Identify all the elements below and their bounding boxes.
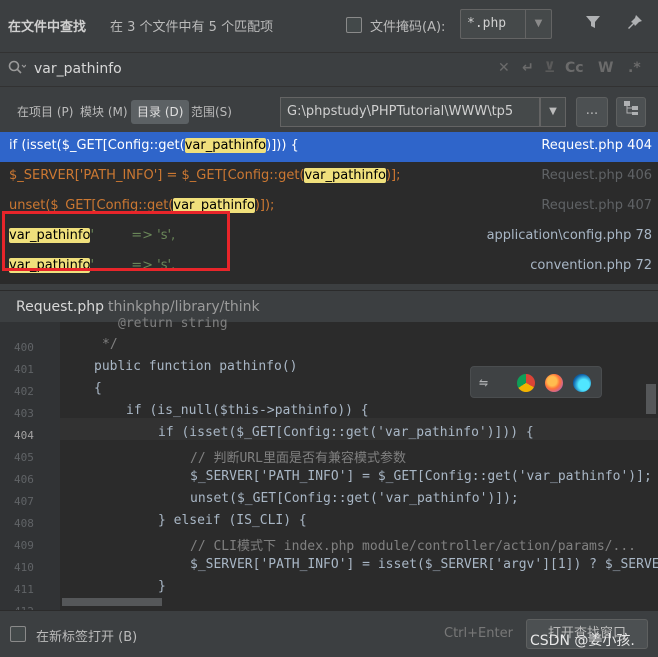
regex-icon[interactable]: .*: [628, 60, 641, 76]
tab-scope[interactable]: 范围(S): [185, 100, 238, 124]
tab-directory[interactable]: 目录 (D): [131, 100, 190, 124]
annotation-highlight-box: [2, 211, 230, 271]
line-number: 401: [14, 363, 34, 376]
search-input[interactable]: [34, 57, 494, 81]
line-number: 406: [14, 473, 34, 486]
filter-icon[interactable]: [582, 13, 604, 35]
file-mask-value: *.php: [467, 16, 507, 31]
code-line: if (isset($_GET[Config::get('var_pathinf…: [158, 425, 534, 440]
code-line: }: [158, 579, 166, 594]
code-line: unset($_GET[Config::get('var_pathinfo')]…: [190, 491, 519, 506]
vertical-scrollbar[interactable]: [646, 384, 656, 414]
tab-module[interactable]: 模块 (M): [74, 100, 134, 124]
code-line: {: [94, 381, 102, 396]
line-number: 407: [14, 495, 34, 508]
result-location: Request.php 406: [541, 168, 652, 183]
result-location: Request.php 404: [541, 138, 652, 153]
firefox-icon[interactable]: [545, 374, 563, 392]
code-line: $_SERVER['PATH_INFO'] = $_GET[Config::ge…: [190, 469, 652, 484]
line-number: 405: [14, 451, 34, 464]
newline-icon[interactable]: ↵: [522, 60, 534, 76]
file-mask-label: 文件掩码(A):: [370, 20, 446, 35]
pin-icon[interactable]: [624, 13, 646, 35]
code-line: $_SERVER['PATH_INFO'] = isset($_SERVER['…: [190, 557, 658, 572]
code-line: if (is_null($this->pathinfo)) {: [126, 403, 369, 418]
chevron-down-icon[interactable]: ▼: [540, 97, 566, 127]
dialog-header: [0, 0, 658, 50]
dialog-title: 在文件中查找: [8, 20, 87, 35]
match-case-icon[interactable]: Cc: [565, 60, 584, 76]
code-line: */: [102, 337, 118, 352]
line-number: 402: [14, 385, 34, 398]
module-tree-icon[interactable]: [616, 97, 646, 127]
browse-button[interactable]: ...: [576, 97, 608, 127]
line-number: 409: [14, 539, 34, 552]
line-number: 400: [14, 341, 34, 354]
line-number: 411: [14, 583, 34, 596]
directory-value: G:\phpstudy\PHPTutorial\WWW\tp5: [287, 104, 514, 119]
result-prefix: $_SERVER['PATH_INFO'] = $_GET[Config::ge…: [9, 168, 305, 183]
result-location: application\config.php 78: [486, 228, 652, 243]
result-match: var_pathinfo: [304, 168, 386, 183]
file-mask-checkbox[interactable]: [346, 17, 362, 33]
chrome-icon[interactable]: [517, 374, 535, 392]
edge-icon[interactable]: [573, 374, 591, 392]
clear-icon[interactable]: ✕: [498, 60, 510, 76]
search-row: ✕ ↵ ⊻ Cc W .*: [0, 52, 658, 84]
code-line: // CLI模式下 index.php module/controller/ac…: [190, 539, 636, 554]
preview-file-path: thinkphp/library/think: [108, 299, 260, 315]
line-number: 410: [14, 561, 34, 574]
browser-preview-bar: ⇋: [470, 366, 602, 398]
horizontal-scrollbar[interactable]: [62, 598, 162, 606]
result-prefix: if (isset($_GET[Config::get(: [9, 138, 185, 153]
line-number: 408: [14, 517, 34, 530]
tab-project[interactable]: 在项目 (P): [11, 100, 79, 124]
preview-file-name: Request.php: [16, 299, 104, 315]
result-location: Request.php 407: [541, 198, 652, 213]
result-match: var_pathinfo: [184, 138, 267, 153]
code-preview[interactable]: 400 401 402 403 404 405 406 407 408 409 …: [0, 316, 658, 618]
scope-row: 在项目 (P) 模块 (M) 目录 (D) 范围(S) G:\phpstudy\…: [0, 86, 658, 130]
whole-words-icon[interactable]: W: [598, 60, 613, 76]
shortcut-hint: Ctrl+Enter: [444, 626, 513, 641]
file-mask-input[interactable]: *.php ▼: [460, 9, 552, 39]
result-suffix: )];: [385, 168, 401, 183]
result-suffix: )]);: [254, 198, 275, 213]
code-line: public function pathinfo(): [94, 359, 298, 374]
code-line: } elseif (IS_CLI) {: [158, 513, 307, 528]
wrap-icon[interactable]: ⇋: [479, 373, 488, 391]
code-line: @return string: [118, 316, 228, 331]
line-number: 404: [14, 429, 34, 442]
filter-results-icon[interactable]: ⊻: [544, 60, 555, 76]
line-number: 403: [14, 407, 34, 420]
code-line: // 判断URL里面是否有兼容模式参数: [190, 451, 406, 466]
chevron-down-icon[interactable]: ▼: [525, 10, 551, 38]
open-in-new-tab-label: 在新标签打开 (B): [36, 630, 138, 645]
result-suffix: )])) {: [266, 138, 299, 153]
result-row[interactable]: $_SERVER['PATH_INFO'] = $_GET[Config::ge…: [0, 162, 658, 192]
watermark: CSDN @姜小孩.: [530, 633, 635, 649]
match-count: 在 3 个文件中有 5 个匹配项: [110, 20, 274, 35]
open-in-new-tab-checkbox[interactable]: [10, 626, 26, 642]
search-icon: [8, 60, 27, 80]
result-row[interactable]: if (isset($_GET[Config::get(var_pathinfo…: [0, 132, 658, 162]
result-location: convention.php 72: [530, 258, 652, 273]
directory-input[interactable]: G:\phpstudy\PHPTutorial\WWW\tp5: [280, 97, 540, 127]
